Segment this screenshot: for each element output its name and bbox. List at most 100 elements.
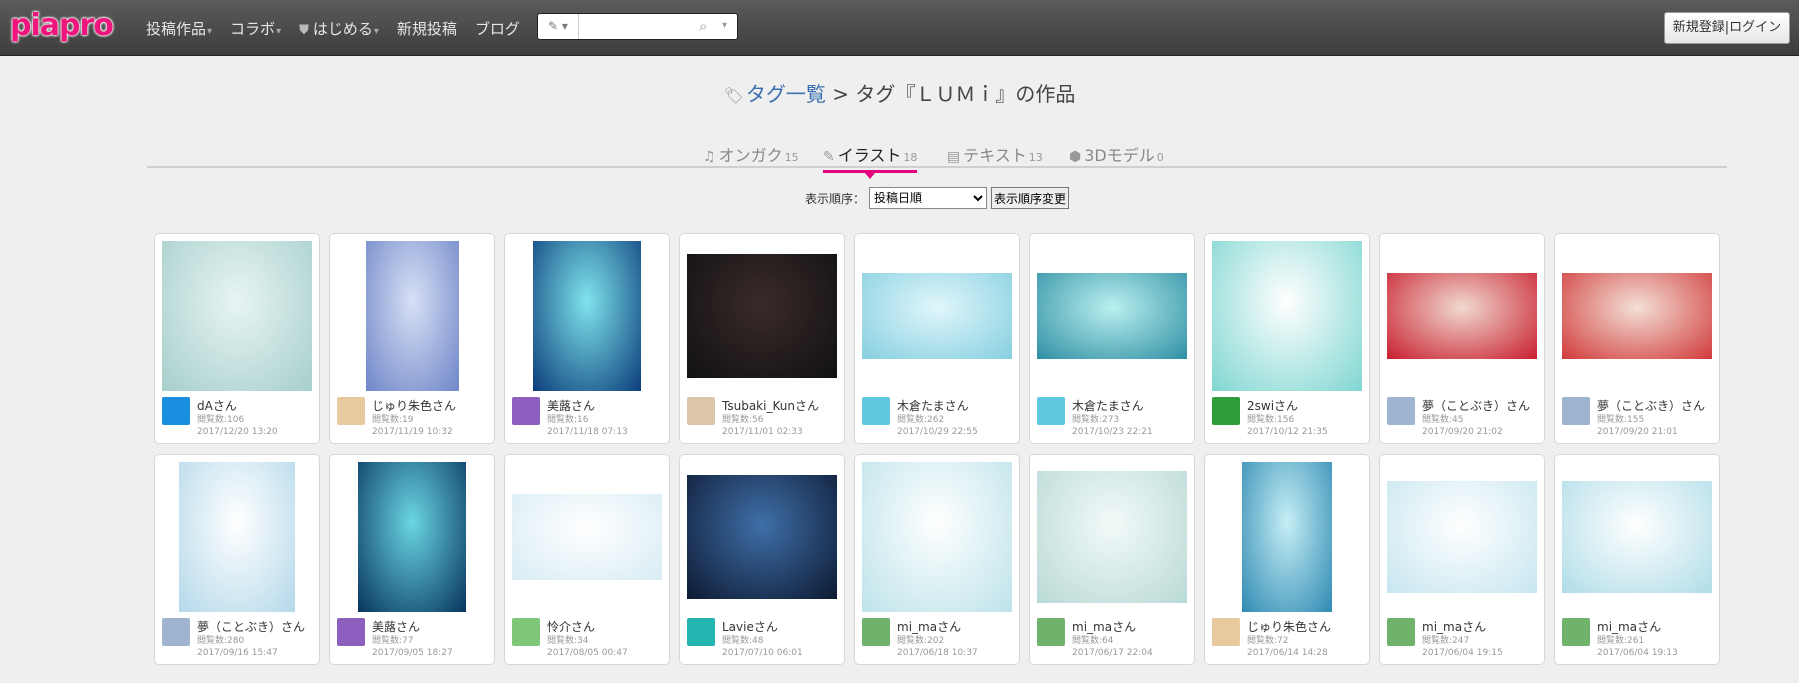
register-login-button[interactable]: 新規登録|ログイン: [1664, 12, 1790, 44]
nav-item[interactable]: ブログ: [475, 18, 520, 39]
work-card[interactable]: 夢（ことぶき）さん 閲覧数:155 2017/09/20 21:01: [1554, 233, 1720, 444]
avatar[interactable]: [1212, 397, 1240, 425]
user-name-link[interactable]: 木倉たまさん: [1072, 397, 1192, 414]
avatar[interactable]: [162, 397, 190, 425]
user-name-link[interactable]: mi_maさん: [897, 618, 1017, 635]
avatar[interactable]: [862, 618, 890, 646]
user-name-link[interactable]: 怜介さん: [547, 618, 667, 635]
work-info: mi_maさん 閲覧数:202 2017/06/18 10:37: [897, 618, 1017, 659]
work-thumbnail[interactable]: [1037, 462, 1187, 612]
avatar[interactable]: [1562, 397, 1590, 425]
work-card[interactable]: 木倉たまさん 閲覧数:273 2017/10/23 22:21: [1029, 233, 1195, 444]
user-name-link[interactable]: じゅり朱色さん: [372, 397, 492, 414]
work-thumbnail[interactable]: [162, 241, 312, 391]
change-sort-button[interactable]: 表示順序変更: [991, 187, 1070, 209]
work-thumbnail[interactable]: [512, 241, 662, 391]
work-thumbnail[interactable]: [1212, 462, 1362, 612]
work-card[interactable]: 怜介さん 閲覧数:34 2017/08/05 00:47: [504, 454, 670, 665]
work-card[interactable]: じゅり朱色さん 閲覧数:19 2017/11/19 10:32: [329, 233, 495, 444]
work-thumbnail[interactable]: [687, 462, 837, 612]
nav-item[interactable]: コラボ▾: [230, 18, 281, 39]
work-card[interactable]: じゅり朱色さん 閲覧数:72 2017/06/14 14:28: [1204, 454, 1370, 665]
illustration-image: [1387, 480, 1537, 594]
tab-2[interactable]: ▤ テキスト 13: [947, 142, 1043, 166]
sort-order-select[interactable]: 投稿日順: [869, 187, 988, 209]
view-count: 閲覧数:106: [197, 415, 245, 425]
user-name-link[interactable]: mi_maさん: [1422, 618, 1542, 635]
work-card[interactable]: mi_maさん 閲覧数:261 2017/06/04 19:13: [1554, 454, 1720, 665]
work-info: mi_maさん 閲覧数:64 2017/06/17 22:04: [1072, 618, 1192, 659]
work-thumbnail[interactable]: [1212, 241, 1362, 391]
post-date: 2017/12/20 13:20: [197, 427, 278, 437]
work-card[interactable]: mi_maさん 閲覧数:64 2017/06/17 22:04: [1029, 454, 1195, 665]
avatar[interactable]: [1037, 397, 1065, 425]
user-name-link[interactable]: 夢（ことぶき）さん: [1422, 397, 1542, 414]
user-name-link[interactable]: 2swiさん: [1247, 397, 1367, 414]
illustration-image: [687, 474, 837, 600]
user-name-link[interactable]: 夢（ことぶき）さん: [197, 618, 317, 635]
work-card[interactable]: Tsubaki_Kunさん 閲覧数:56 2017/11/01 02:33: [679, 233, 845, 444]
user-name-link[interactable]: Tsubaki_Kunさん: [722, 397, 842, 414]
work-thumbnail[interactable]: [512, 462, 662, 612]
avatar[interactable]: [1387, 618, 1415, 646]
user-name-link[interactable]: 夢（ことぶき）さん: [1597, 397, 1717, 414]
search-category-dropdown[interactable]: ✎ ▾: [538, 14, 579, 39]
work-card[interactable]: 夢（ことぶき）さん 閲覧数:280 2017/09/16 15:47: [154, 454, 320, 665]
work-thumbnail[interactable]: [1387, 462, 1537, 612]
avatar[interactable]: [1037, 618, 1065, 646]
avatar[interactable]: [512, 618, 540, 646]
user-name-link[interactable]: dAさん: [197, 397, 317, 414]
work-thumbnail[interactable]: [1562, 462, 1712, 612]
avatar[interactable]: [1387, 397, 1415, 425]
work-card[interactable]: 夢（ことぶき）さん 閲覧数:45 2017/09/20 21:02: [1379, 233, 1545, 444]
user-name-link[interactable]: 木倉たまさん: [897, 397, 1017, 414]
tag-list-link[interactable]: タグ一覧: [746, 82, 826, 106]
work-card[interactable]: mi_maさん 閲覧数:247 2017/06/04 19:15: [1379, 454, 1545, 665]
avatar[interactable]: [337, 618, 365, 646]
nav-item[interactable]: 投稿作品▾: [146, 18, 212, 39]
work-thumbnail[interactable]: [337, 241, 487, 391]
avatar[interactable]: [862, 397, 890, 425]
work-thumbnail[interactable]: [1037, 241, 1187, 391]
tab-0[interactable]: ♫ オンガク 15: [703, 142, 799, 166]
work-info: 夢（ことぶき）さん 閲覧数:45 2017/09/20 21:02: [1422, 397, 1542, 438]
avatar[interactable]: [1212, 618, 1240, 646]
work-card[interactable]: 美蕗さん 閲覧数:77 2017/09/05 18:27: [329, 454, 495, 665]
work-card[interactable]: 2swiさん 閲覧数:156 2017/10/12 21:35: [1204, 233, 1370, 444]
user-name-link[interactable]: mi_maさん: [1072, 618, 1192, 635]
work-card[interactable]: Lavieさん 閲覧数:48 2017/07/10 06:01: [679, 454, 845, 665]
work-thumbnail[interactable]: [862, 241, 1012, 391]
tab-label: オンガク: [718, 146, 783, 165]
work-card[interactable]: 木倉たまさん 閲覧数:262 2017/10/29 22:55: [854, 233, 1020, 444]
user-name-link[interactable]: Lavieさん: [722, 618, 842, 635]
tab-3[interactable]: ⬢ 3Dモデル 0: [1069, 142, 1164, 166]
tab-1[interactable]: ✎ イラスト 18: [823, 142, 918, 179]
work-thumbnail[interactable]: [862, 462, 1012, 612]
post-date: 2017/09/05 18:27: [372, 648, 453, 658]
work-thumbnail[interactable]: [1562, 241, 1712, 391]
search-options-dropdown-icon[interactable]: ▾: [722, 20, 727, 31]
work-thumbnail[interactable]: [162, 462, 312, 612]
nav-item[interactable]: 新規投稿: [397, 18, 457, 39]
search-icon[interactable]: ⌕: [699, 17, 707, 35]
work-thumbnail[interactable]: [687, 241, 837, 391]
avatar[interactable]: [687, 618, 715, 646]
user-name-link[interactable]: 美蕗さん: [372, 618, 492, 635]
user-name-link[interactable]: 美蕗さん: [547, 397, 667, 414]
avatar[interactable]: [1562, 618, 1590, 646]
nav-item[interactable]: ⛊ はじめる▾: [299, 18, 379, 39]
avatar[interactable]: [687, 397, 715, 425]
avatar[interactable]: [162, 618, 190, 646]
work-card[interactable]: dAさん 閲覧数:106 2017/12/20 13:20: [154, 233, 320, 444]
avatar[interactable]: [512, 397, 540, 425]
breadcrumb: 🏷 タグ一覧 > タグ『ＬＵＭｉ』の作品: [0, 78, 1799, 107]
work-card[interactable]: 美蕗さん 閲覧数:16 2017/11/18 07:13: [504, 233, 670, 444]
work-thumbnail[interactable]: [1387, 241, 1537, 391]
piapro-logo[interactable]: piapro: [10, 8, 114, 43]
search-input[interactable]: [580, 16, 704, 38]
user-name-link[interactable]: mi_maさん: [1597, 618, 1717, 635]
user-name-link[interactable]: じゅり朱色さん: [1247, 618, 1367, 635]
work-card[interactable]: mi_maさん 閲覧数:202 2017/06/18 10:37: [854, 454, 1020, 665]
work-thumbnail[interactable]: [337, 462, 487, 612]
avatar[interactable]: [337, 397, 365, 425]
